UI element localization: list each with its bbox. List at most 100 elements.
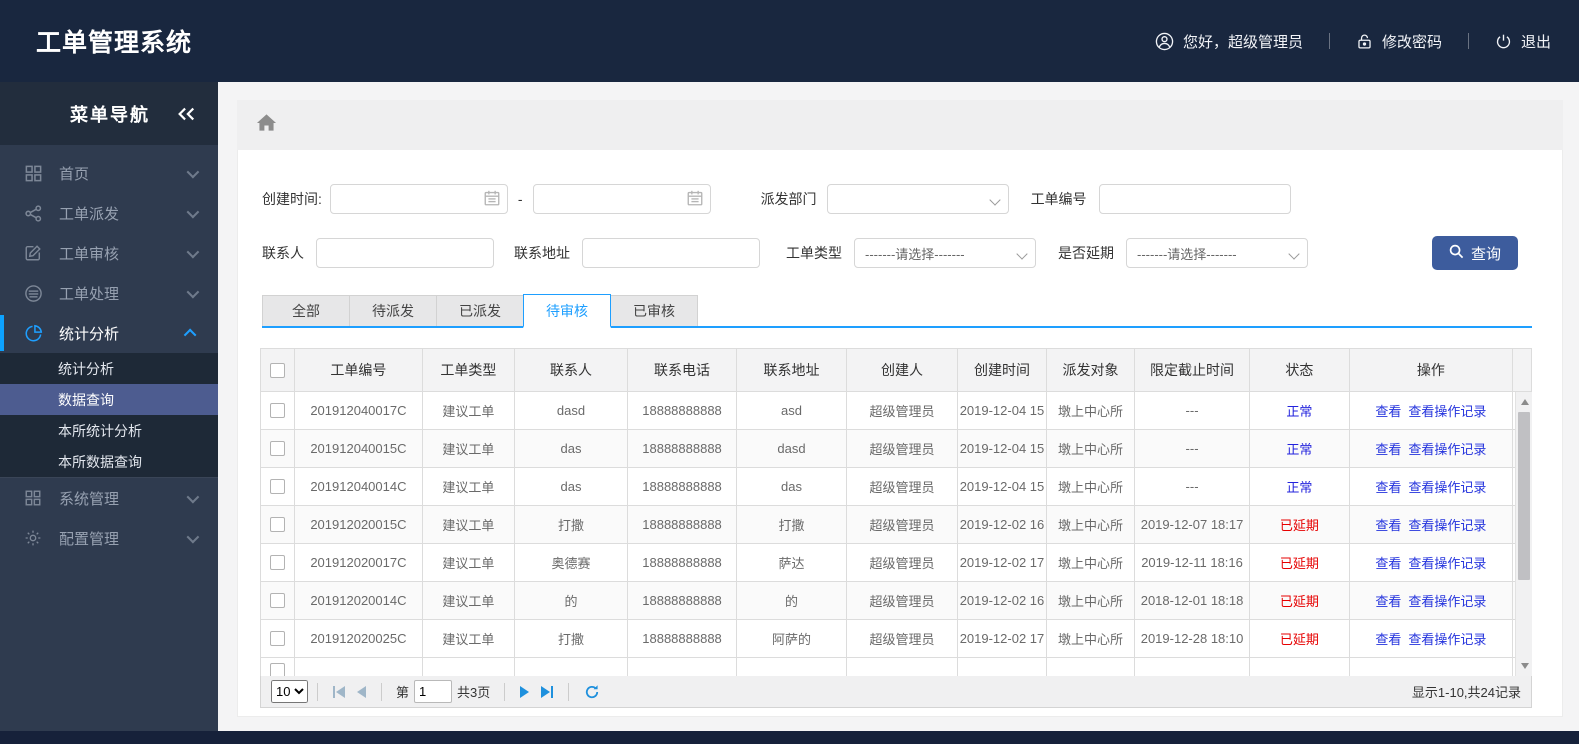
- row-checkbox[interactable]: [270, 517, 285, 533]
- sidebar-item-process[interactable]: 工单处理: [0, 273, 218, 313]
- tab-all[interactable]: 全部: [262, 295, 350, 326]
- header-divider: [1467, 33, 1469, 49]
- row-checkbox[interactable]: [270, 441, 285, 457]
- view-log-link[interactable]: 查看操作记录: [1408, 442, 1486, 457]
- row-checkbox[interactable]: [270, 662, 285, 676]
- cell-contact: 奥德赛: [514, 543, 629, 582]
- sidebar-item-system[interactable]: 系统管理: [0, 478, 218, 518]
- view-log-link[interactable]: 查看操作记录: [1408, 480, 1486, 495]
- create-time-start-input[interactable]: [329, 184, 508, 214]
- sidebar-menu: 首页 工单派发 工单审核 工单处理 统计分析 统计分析 数据查询 本所统计分析 …: [0, 145, 218, 558]
- cell-address: das: [736, 467, 847, 506]
- header-user-area: 您好，超级管理员 修改密码 退出: [1155, 31, 1551, 52]
- row-checkbox[interactable]: [270, 631, 285, 647]
- table-scrollbar[interactable]: [1515, 392, 1532, 676]
- col-status: 状态: [1249, 349, 1350, 392]
- chevron-down-icon: [186, 285, 200, 298]
- change-password-button[interactable]: 修改密码: [1356, 31, 1442, 52]
- page-size-select[interactable]: 10: [271, 680, 308, 703]
- sidebar-item-home[interactable]: 首页: [0, 153, 218, 193]
- power-icon: [1495, 33, 1512, 50]
- view-link[interactable]: 查看: [1375, 556, 1401, 571]
- view-link[interactable]: 查看: [1375, 442, 1401, 457]
- cell-order-no: 201912020017C: [294, 543, 423, 582]
- status-tabs: 全部 待派发 已派发 待审核 已审核: [262, 294, 1532, 328]
- first-page-button[interactable]: [327, 685, 351, 698]
- search-button[interactable]: 查询: [1431, 236, 1518, 270]
- view-log-link[interactable]: 查看操作记录: [1408, 632, 1486, 647]
- filter-row-2: 联系人 联系地址 工单类型 -------请选择------- 是否延期 ---…: [262, 236, 1518, 270]
- view-link[interactable]: 查看: [1375, 594, 1401, 609]
- select-all-checkbox[interactable]: [270, 363, 285, 379]
- submenu-item-data-query[interactable]: 数据查询: [0, 384, 218, 415]
- cell-deadline: ---: [1134, 429, 1251, 468]
- calendar-icon[interactable]: [686, 189, 704, 210]
- sidebar-item-dispatch[interactable]: 工单派发: [0, 193, 218, 233]
- sidebar-item-review[interactable]: 工单审核: [0, 233, 218, 273]
- cell-created: 2019-12-04 15: [957, 467, 1047, 506]
- address-input[interactable]: [582, 238, 760, 268]
- submenu-item-local-data-query[interactable]: 本所数据查询: [0, 446, 218, 477]
- cell-contact: 的: [514, 581, 629, 620]
- cell-deadline: 2018-12-01 18:18: [1134, 581, 1251, 620]
- view-link[interactable]: 查看: [1375, 518, 1401, 533]
- double-chevron-left-icon[interactable]: [176, 106, 196, 122]
- refresh-icon[interactable]: [578, 684, 606, 700]
- row-checkbox[interactable]: [270, 479, 285, 495]
- scroll-down-icon[interactable]: [1516, 658, 1532, 674]
- cell-phone: 18888888888: [627, 543, 737, 582]
- layers-icon: [22, 282, 44, 304]
- page-prefix: 第: [396, 685, 410, 700]
- cell-status: 已延期: [1249, 543, 1350, 582]
- view-link[interactable]: 查看: [1375, 632, 1401, 647]
- submenu-item-statistics-analysis[interactable]: 统计分析: [0, 353, 218, 384]
- create-time-end-input[interactable]: [532, 184, 711, 214]
- last-page-button[interactable]: [535, 685, 559, 698]
- cell-creator: 超级管理员: [846, 581, 958, 620]
- user-greeting[interactable]: 您好，超级管理员: [1155, 31, 1303, 52]
- sidebar-item-config[interactable]: 配置管理: [0, 518, 218, 558]
- col-contact: 联系人: [514, 349, 629, 392]
- sidebar-item-statistics[interactable]: 统计分析: [0, 313, 218, 353]
- contact-input[interactable]: [316, 238, 494, 268]
- calendar-icon[interactable]: [483, 189, 501, 210]
- view-log-link[interactable]: 查看操作记录: [1408, 594, 1486, 609]
- tab-reviewed[interactable]: 已审核: [610, 295, 698, 326]
- cell-actions: 查看 查看操作记录: [1349, 619, 1514, 658]
- filter-row-1: 创建时间: - 派发部门 工单编号: [262, 184, 1518, 214]
- row-checkbox[interactable]: [270, 593, 285, 609]
- order-type-select[interactable]: -------请选择-------: [854, 238, 1036, 268]
- user-circle-icon: [1155, 32, 1174, 51]
- view-log-link[interactable]: 查看操作记录: [1408, 518, 1486, 533]
- tab-dispatched[interactable]: 已派发: [436, 295, 524, 326]
- view-log-link[interactable]: 查看操作记录: [1408, 404, 1486, 419]
- home-icon[interactable]: [256, 113, 277, 138]
- scrollbar-thumb[interactable]: [1518, 412, 1530, 580]
- view-link[interactable]: 查看: [1375, 480, 1401, 495]
- tab-pending-dispatch[interactable]: 待派发: [349, 295, 437, 326]
- view-link[interactable]: 查看: [1375, 404, 1401, 419]
- statistics-submenu: 统计分析 数据查询 本所统计分析 本所数据查询: [0, 353, 218, 478]
- scroll-up-icon[interactable]: [1516, 394, 1532, 410]
- cell-address: asd: [736, 391, 847, 430]
- view-log-link[interactable]: 查看操作记录: [1408, 556, 1486, 571]
- page-number-input[interactable]: [414, 680, 453, 703]
- delay-select[interactable]: -------请选择-------: [1126, 238, 1308, 268]
- next-page-button[interactable]: [514, 685, 535, 698]
- logout-button[interactable]: 退出: [1495, 31, 1551, 52]
- col-target: 派发对象: [1046, 349, 1135, 392]
- chevron-down-icon: [186, 490, 200, 503]
- cell-created: 2019-12-04 15: [957, 429, 1047, 468]
- row-checkbox[interactable]: [270, 403, 285, 419]
- prev-page-button[interactable]: [351, 685, 372, 698]
- order-no-input[interactable]: [1098, 184, 1291, 214]
- submenu-item-local-statistics[interactable]: 本所统计分析: [0, 415, 218, 446]
- dispatch-dept-select[interactable]: [826, 184, 1009, 214]
- table-row: 201912020014C 建议工单 的 18888888888 的 超级管理员…: [261, 581, 1532, 620]
- cell-actions: 查看 查看操作记录: [1349, 391, 1514, 430]
- cell-phone: 18888888888: [627, 505, 737, 544]
- date-range-separator: -: [517, 191, 523, 207]
- lock-icon: [1356, 33, 1373, 50]
- tab-pending-review[interactable]: 待审核: [523, 294, 611, 328]
- row-checkbox[interactable]: [270, 555, 285, 571]
